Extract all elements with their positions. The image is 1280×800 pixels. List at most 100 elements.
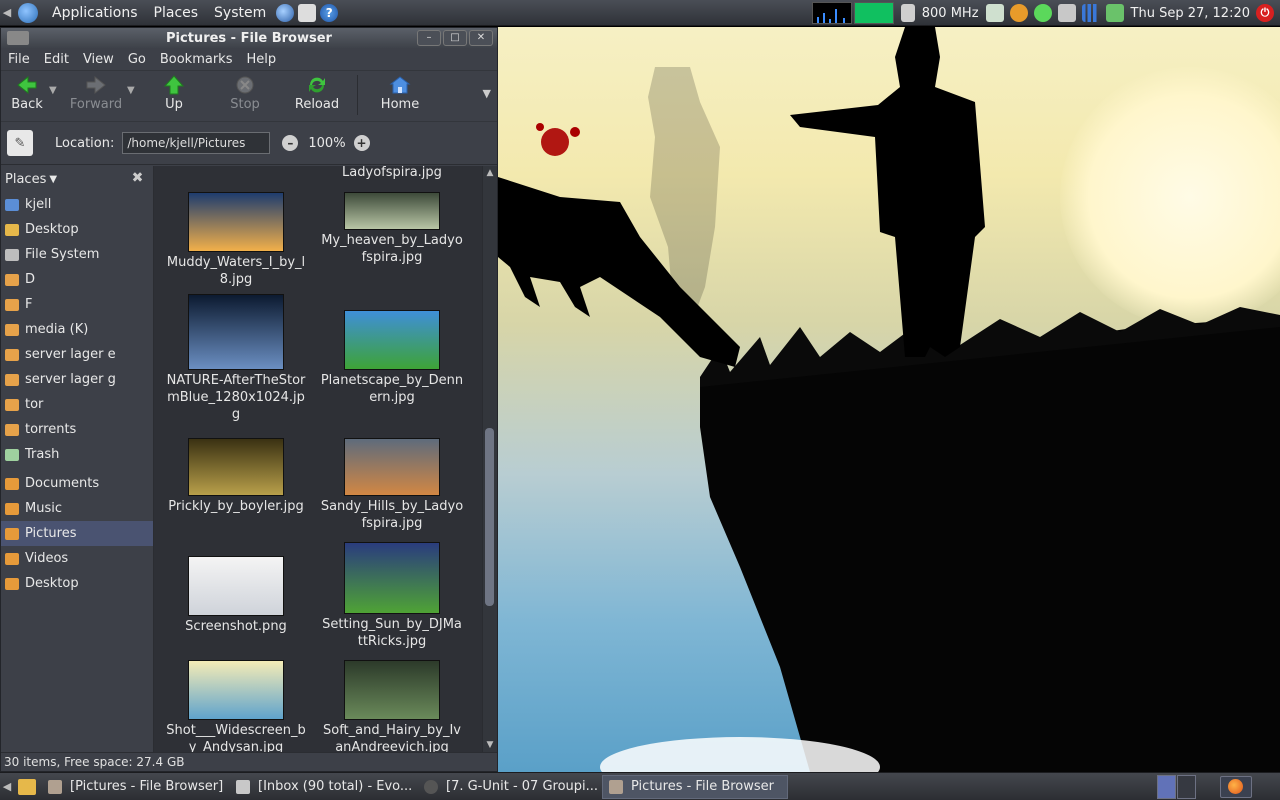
sidebar-item-pictures[interactable]: Pictures	[1, 521, 153, 546]
stop-button[interactable]: Stop	[209, 71, 281, 112]
home-folder-icon	[5, 198, 19, 211]
file-item[interactable]: My_heaven_by_Ladyofspira.jpg	[314, 192, 470, 266]
file-item[interactable]: Sandy_Hills_by_Ladyofspira.jpg	[314, 438, 470, 532]
forward-history-dropdown-icon[interactable]: ▼	[127, 85, 135, 96]
location-input[interactable]	[122, 132, 271, 154]
system-monitor-graph[interactable]	[811, 2, 852, 24]
panel-hide-left-arrow-icon[interactable]: ◀	[0, 780, 14, 793]
location-label: Location:	[55, 135, 115, 151]
sidebar-item-torrents[interactable]: torrents	[1, 417, 153, 442]
workspace-1[interactable]	[1157, 775, 1176, 799]
sidebar-item-f[interactable]: F	[1, 292, 153, 317]
task-evolution-inbox[interactable]: [Inbox (90 total) - Evo...	[230, 775, 416, 799]
scroll-down-arrow-icon[interactable]: ▼	[483, 738, 497, 752]
zoom-level[interactable]: 100%	[308, 136, 345, 151]
mail-launcher-icon[interactable]	[298, 3, 317, 22]
vertical-scrollbar[interactable]: ▲ ▼	[482, 166, 497, 752]
network-drive-icon	[5, 298, 19, 311]
sidebar-item-file-system[interactable]: File System	[1, 242, 153, 267]
network-monitor-graph[interactable]	[853, 2, 894, 24]
sidebar-item-server-lager-e[interactable]: server lager e	[1, 342, 153, 367]
chevron-down-icon: ▼	[49, 173, 58, 185]
firefox-launcher-icon[interactable]	[1220, 776, 1252, 798]
file-item[interactable]: Ladyofspira.jpg	[314, 166, 470, 181]
reload-button[interactable]: Reload	[281, 71, 353, 112]
close-sidebar-icon[interactable]: ✖	[130, 171, 145, 186]
messenger-icon[interactable]	[1033, 4, 1052, 22]
file-item[interactable]: Prickly_by_boyler.jpg	[158, 438, 314, 515]
menu-go[interactable]: Go	[121, 52, 153, 67]
file-item[interactable]: Planetscape_by_Dennern.jpg	[314, 310, 470, 406]
task-pictures-file-browser-minimized[interactable]: [Pictures - File Browser]	[42, 775, 228, 799]
back-arrow-icon	[17, 75, 37, 95]
workspace-2[interactable]	[1177, 775, 1196, 799]
network-drive-icon	[5, 373, 19, 386]
menu-edit[interactable]: Edit	[37, 52, 76, 67]
file-item[interactable]: Soft_and_Hairy_by_IvanAndreevich.jpg	[314, 660, 470, 752]
up-arrow-icon	[163, 75, 185, 95]
sidebar-item-server-lager-g[interactable]: server lager g	[1, 367, 153, 392]
file-item[interactable]: Shot___Widescreen_by_Andysan.jpg	[158, 660, 314, 752]
printer-icon[interactable]	[1057, 4, 1076, 22]
web-browser-launcher-icon[interactable]	[276, 3, 295, 22]
sidebar-item-videos[interactable]: Videos	[1, 546, 153, 571]
window-titlebar[interactable]: Pictures - File Browser – □ ✕	[1, 28, 497, 48]
sidebar-item-kjell[interactable]: kjell	[1, 192, 153, 217]
menu-help[interactable]: Help	[239, 52, 283, 67]
help-launcher-icon[interactable]: ?	[320, 3, 339, 22]
sidebar-item-documents[interactable]: Documents	[1, 471, 153, 496]
back-history-dropdown-icon[interactable]: ▼	[49, 85, 57, 96]
sidebar-item-desktop-bookmark[interactable]: Desktop	[1, 571, 153, 596]
minimize-icon[interactable]: –	[417, 30, 441, 46]
menu-view[interactable]: View	[76, 52, 121, 67]
gnome-foot-icon[interactable]	[18, 2, 38, 23]
system-tray: 800 MHz Thu Sep 27, 12:20 ⏻	[811, 0, 1280, 26]
audio-player-icon[interactable]	[1009, 4, 1028, 22]
trash-applet-icon[interactable]	[985, 4, 1004, 22]
scrollbar-thumb[interactable]	[485, 428, 494, 606]
close-icon[interactable]: ✕	[469, 30, 493, 46]
task-music-player[interactable]: [7. G-Unit - 07 Groupi...	[418, 775, 600, 799]
forward-button[interactable]: Forward	[61, 71, 131, 112]
show-desktop-icon[interactable]	[18, 778, 36, 795]
menu-applications[interactable]: Applications	[44, 5, 146, 21]
menu-system[interactable]: System	[206, 5, 274, 21]
wireless-signal-icon[interactable]	[1081, 4, 1100, 22]
sidebar-header[interactable]: Places ▼ ✖	[1, 166, 153, 192]
home-button[interactable]: Home	[362, 71, 438, 112]
menu-file[interactable]: File	[1, 52, 37, 67]
sidebar-item-d[interactable]: D	[1, 267, 153, 292]
file-name-label: Sandy_Hills_by_Ladyofspira.jpg	[320, 499, 464, 531]
sidebar-item-desktop[interactable]: Desktop	[1, 217, 153, 242]
menu-places[interactable]: Places	[146, 5, 207, 21]
zoom-in-icon[interactable]: +	[353, 135, 370, 151]
window-controls: – □ ✕	[415, 30, 493, 46]
scroll-up-arrow-icon[interactable]: ▲	[483, 166, 497, 180]
sidebar-item-media-k[interactable]: media (K)	[1, 317, 153, 342]
back-button[interactable]: Back	[1, 71, 53, 112]
sidebar-item-trash[interactable]: Trash	[1, 442, 153, 467]
folder-icon	[5, 577, 19, 590]
update-notifier-icon[interactable]	[1105, 4, 1124, 22]
toolbar-overflow-chevron-icon[interactable]: ▼	[483, 87, 491, 100]
task-pictures-file-browser[interactable]: Pictures - File Browser	[602, 774, 788, 799]
clock[interactable]: Thu Sep 27, 12:20	[1131, 6, 1250, 21]
power-button-icon[interactable]: ⏻	[1256, 4, 1274, 22]
file-item[interactable]: Setting_Sun_by_DJMattRicks.jpg	[314, 542, 470, 650]
sidebar-item-music[interactable]: Music	[1, 496, 153, 521]
file-item[interactable]: Muddy_Waters_I_by_l8.jpg	[158, 192, 314, 288]
file-item[interactable]: NATURE-AfterTheStormBlue_1280x1024.jpg	[158, 294, 314, 423]
cpu-chip-icon	[900, 4, 915, 22]
maximize-icon[interactable]: □	[443, 30, 467, 46]
file-item[interactable]: Screenshot.png	[158, 556, 314, 635]
menu-bookmarks[interactable]: Bookmarks	[153, 52, 240, 67]
file-browser-window: Pictures - File Browser – □ ✕ File Edit …	[0, 27, 498, 772]
toggle-location-entry-icon[interactable]: ✎	[7, 130, 33, 156]
up-button[interactable]: Up	[139, 71, 209, 112]
cpu-frequency-label[interactable]: 800 MHz	[922, 6, 979, 21]
panel-hide-left-arrow-icon[interactable]: ◀	[0, 0, 14, 26]
file-thumbnail	[344, 660, 440, 720]
zoom-out-icon[interactable]: –	[282, 135, 299, 151]
sidebar-item-tor[interactable]: tor	[1, 392, 153, 417]
icon-view[interactable]: Ladyofspira.jpg Muddy_Waters_I_by_l8.jpg M…	[154, 166, 497, 752]
